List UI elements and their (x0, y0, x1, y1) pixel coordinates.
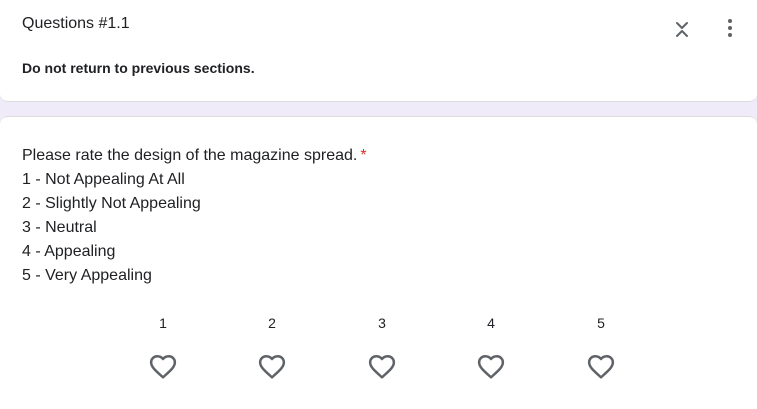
rating-option-3: 3 (362, 315, 402, 382)
rating-number: 5 (597, 315, 605, 331)
more-vert-icon (728, 19, 732, 37)
heart-rating-button[interactable] (476, 352, 506, 382)
question-card: Please rate the design of the magazine s… (0, 116, 757, 409)
heart-rating-button[interactable] (257, 352, 287, 382)
scale-description-line: 5 - Very Appealing (22, 267, 152, 284)
collapse-expand-icon (676, 22, 688, 37)
scale-description-line: 3 - Neutral (22, 219, 97, 236)
heart-outline-icon (149, 355, 177, 379)
section-description: Do not return to previous sections. (22, 60, 255, 76)
scale-description-line: 1 - Not Appealing At All (22, 171, 185, 188)
heart-outline-icon (368, 355, 396, 379)
rating-number: 3 (378, 315, 386, 331)
question-title-line: Please rate the design of the magazine s… (22, 144, 367, 168)
question-prompt: Please rate the design of the magazine s… (22, 147, 358, 164)
rating-option-1: 1 (143, 315, 183, 382)
section-title: Questions #1.1 (22, 15, 130, 32)
rating-number: 2 (268, 315, 276, 331)
heart-outline-icon (258, 355, 286, 379)
heart-rating-button[interactable] (367, 352, 397, 382)
section-header-card: Questions #1.1 Do not return to previous… (0, 0, 757, 102)
question-text: Please rate the design of the magazine s… (22, 144, 367, 288)
collapse-section-button[interactable] (670, 16, 694, 42)
rating-option-5: 5 (581, 315, 621, 382)
rating-number: 4 (487, 315, 495, 331)
rating-option-4: 4 (471, 315, 511, 382)
heart-rating-button[interactable] (586, 352, 616, 382)
scale-description-line: 2 - Slightly Not Appealing (22, 195, 201, 212)
scale-description-line: 4 - Appealing (22, 243, 116, 260)
heart-outline-icon (477, 355, 505, 379)
required-asterisk: * (360, 147, 367, 164)
heart-outline-icon (587, 355, 615, 379)
more-options-button[interactable] (718, 16, 742, 42)
rating-number: 1 (159, 315, 167, 331)
rating-option-2: 2 (252, 315, 292, 382)
heart-rating-button[interactable] (148, 352, 178, 382)
